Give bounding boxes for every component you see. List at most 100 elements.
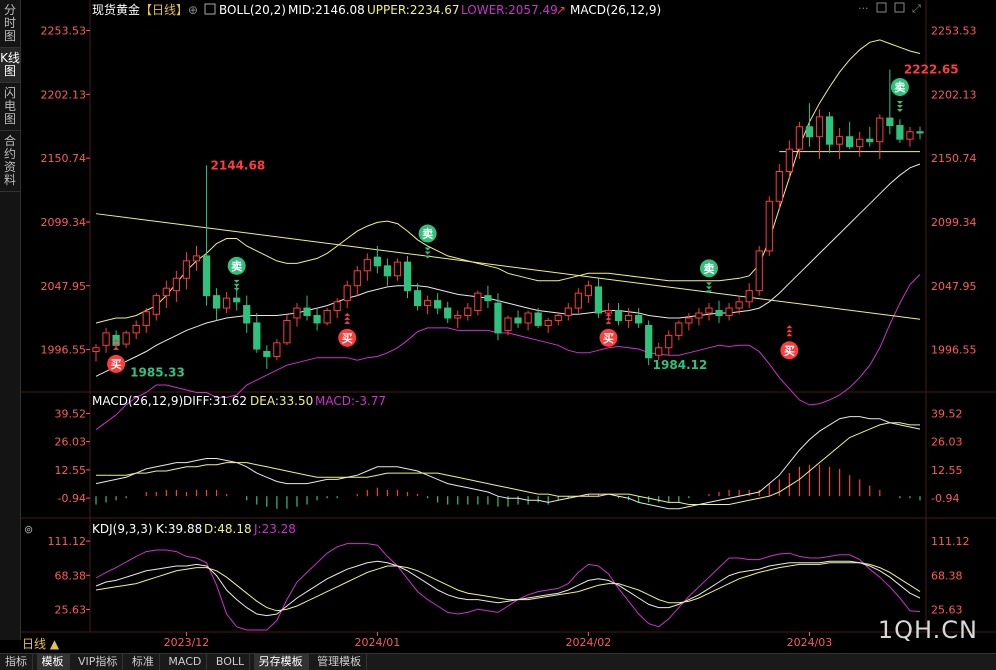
settings-icon[interactable]: ⊕ xyxy=(188,3,198,17)
tab-manage-template[interactable]: 管理模板 xyxy=(312,654,368,670)
candle-body xyxy=(454,315,462,319)
price-tick-right: 1996.55 xyxy=(931,344,977,357)
candle-body xyxy=(383,265,392,277)
price-tick-left: 2099.34 xyxy=(41,216,87,229)
signal-arrow-icon xyxy=(424,251,431,255)
boll-mid: MID:2146.08 xyxy=(288,3,365,17)
boll-upper-line xyxy=(95,39,921,324)
candle-body xyxy=(815,116,824,138)
tab-vip-indicator[interactable]: VIP指标 xyxy=(73,654,124,670)
kdj-k-line xyxy=(95,560,921,617)
price-tick-left: 2150.74 xyxy=(41,152,87,165)
signal-label: 买 xyxy=(342,332,353,345)
candle-body xyxy=(785,148,793,172)
candle-body xyxy=(564,307,572,317)
candle-body xyxy=(192,255,201,262)
macd-tick-right: 39.52 xyxy=(931,407,963,420)
tab-indicator[interactable]: 指标 xyxy=(0,654,33,670)
price-annotation: 2222.65 xyxy=(904,63,959,77)
candle-body xyxy=(313,315,321,324)
signal-arrow-icon xyxy=(896,105,903,109)
candle-body xyxy=(423,300,432,307)
x-tick-label: 2024/01 xyxy=(355,636,401,649)
restore-icon[interactable] xyxy=(876,2,887,13)
macd-arrow-icon: ↗ xyxy=(556,3,566,17)
candle-body xyxy=(92,347,100,353)
tab-template[interactable]: 模板 xyxy=(36,654,70,670)
candle-body xyxy=(303,307,311,317)
signal-label: 卖 xyxy=(894,80,905,94)
candle-body xyxy=(584,285,593,297)
candle-body xyxy=(755,250,763,292)
price-tick-left: 2253.53 xyxy=(41,25,87,38)
kdj-settings-icon[interactable]: ⊚ xyxy=(24,523,33,536)
signal-arrow-icon xyxy=(344,320,351,324)
signal-arrow-icon xyxy=(786,333,793,337)
candle-body xyxy=(745,290,753,303)
candle-body xyxy=(624,315,633,321)
candle-body xyxy=(484,295,492,302)
bottom-toolbar: 指标 模板 VIP指标 标准 MACD BOLL 另存模板 管理模板 xyxy=(0,653,996,670)
signal-arrow-icon xyxy=(896,109,903,113)
boll-toggle-icon[interactable] xyxy=(204,3,216,15)
candle-body xyxy=(403,261,412,292)
price-tick-right: 2099.34 xyxy=(931,216,977,229)
candle-body xyxy=(835,136,844,145)
candle-body xyxy=(594,286,603,314)
window-controls: ··· ⤢ xyxy=(858,2,921,15)
price-tick-left: 2047.95 xyxy=(41,280,87,293)
candle-body xyxy=(323,310,331,324)
price-tick-right: 2253.53 xyxy=(931,25,977,38)
candle-body xyxy=(152,295,160,315)
kdj-tick-right: 68.38 xyxy=(931,569,963,582)
x-axis: 2023/12 2024/01 2024/02 2024/03 xyxy=(164,632,832,649)
candle-body xyxy=(866,138,874,143)
expand-icon[interactable]: ⤢ xyxy=(912,2,921,15)
candle-body xyxy=(263,351,271,357)
signal-arrow-icon xyxy=(896,101,903,105)
candle-body xyxy=(142,311,150,326)
tab-boll[interactable]: BOLL xyxy=(211,654,251,670)
candle-body xyxy=(846,136,854,148)
candle-body xyxy=(906,131,914,140)
candle-body xyxy=(293,307,301,319)
maximize-icon[interactable] xyxy=(894,2,905,13)
tab-save-template[interactable]: 另存模板 xyxy=(253,654,309,670)
tab-macd[interactable]: MACD xyxy=(163,654,208,670)
macd-label-top: MACD(26,12,9) xyxy=(570,3,661,17)
signal-label: 买 xyxy=(784,344,795,357)
candle-body xyxy=(122,332,130,345)
tab-standard[interactable]: 标准 xyxy=(127,654,160,670)
signal-arrow-icon xyxy=(424,255,431,259)
candle-body xyxy=(645,324,653,359)
candle-body xyxy=(574,292,582,309)
candle-body xyxy=(775,170,783,202)
kdj-d: D:48.18 xyxy=(204,522,252,536)
price-annotation: 1985.33 xyxy=(130,366,185,380)
candle-body xyxy=(735,301,743,309)
price-tick-right: 2150.74 xyxy=(931,152,977,165)
price-tick-left: 2202.13 xyxy=(41,88,87,101)
kdj-tick-left: 111.12 xyxy=(48,535,87,548)
price-panel: 1996.55 1996.55 2047.95 2047.95 2099.34 2099.… xyxy=(41,25,977,431)
period-selector[interactable]: 日线 ▲ xyxy=(22,636,59,652)
candle-body xyxy=(182,260,191,279)
macd-diff-line xyxy=(95,416,921,510)
candle-body xyxy=(373,256,381,267)
candle-body xyxy=(333,301,341,312)
boll-label: BOLL(20,2) xyxy=(219,3,286,17)
macd-tick-left: 39.52 xyxy=(55,407,87,420)
signal-arrow-icon xyxy=(705,286,712,290)
kdj-k: K:39.88 xyxy=(156,522,202,536)
macd-dea: DEA:33.50 xyxy=(250,394,313,408)
candle-body xyxy=(343,285,351,302)
more-icon[interactable]: ··· xyxy=(858,2,869,15)
candlestick-chart[interactable]: 现货黄金 【日线】 ⊕ BOLL(20,2) MID:2146.08 UPPER… xyxy=(0,0,996,652)
signal-arrow-icon xyxy=(424,247,431,251)
boll-lower: LOWER:2057.49 xyxy=(461,3,558,17)
signal-label: 卖 xyxy=(422,227,433,241)
kdj-j: J:23.28 xyxy=(253,522,296,536)
symbol-title: 现货黄金 xyxy=(92,2,140,17)
kdj-d-line xyxy=(95,562,921,612)
signal-arrow-icon xyxy=(233,287,240,291)
